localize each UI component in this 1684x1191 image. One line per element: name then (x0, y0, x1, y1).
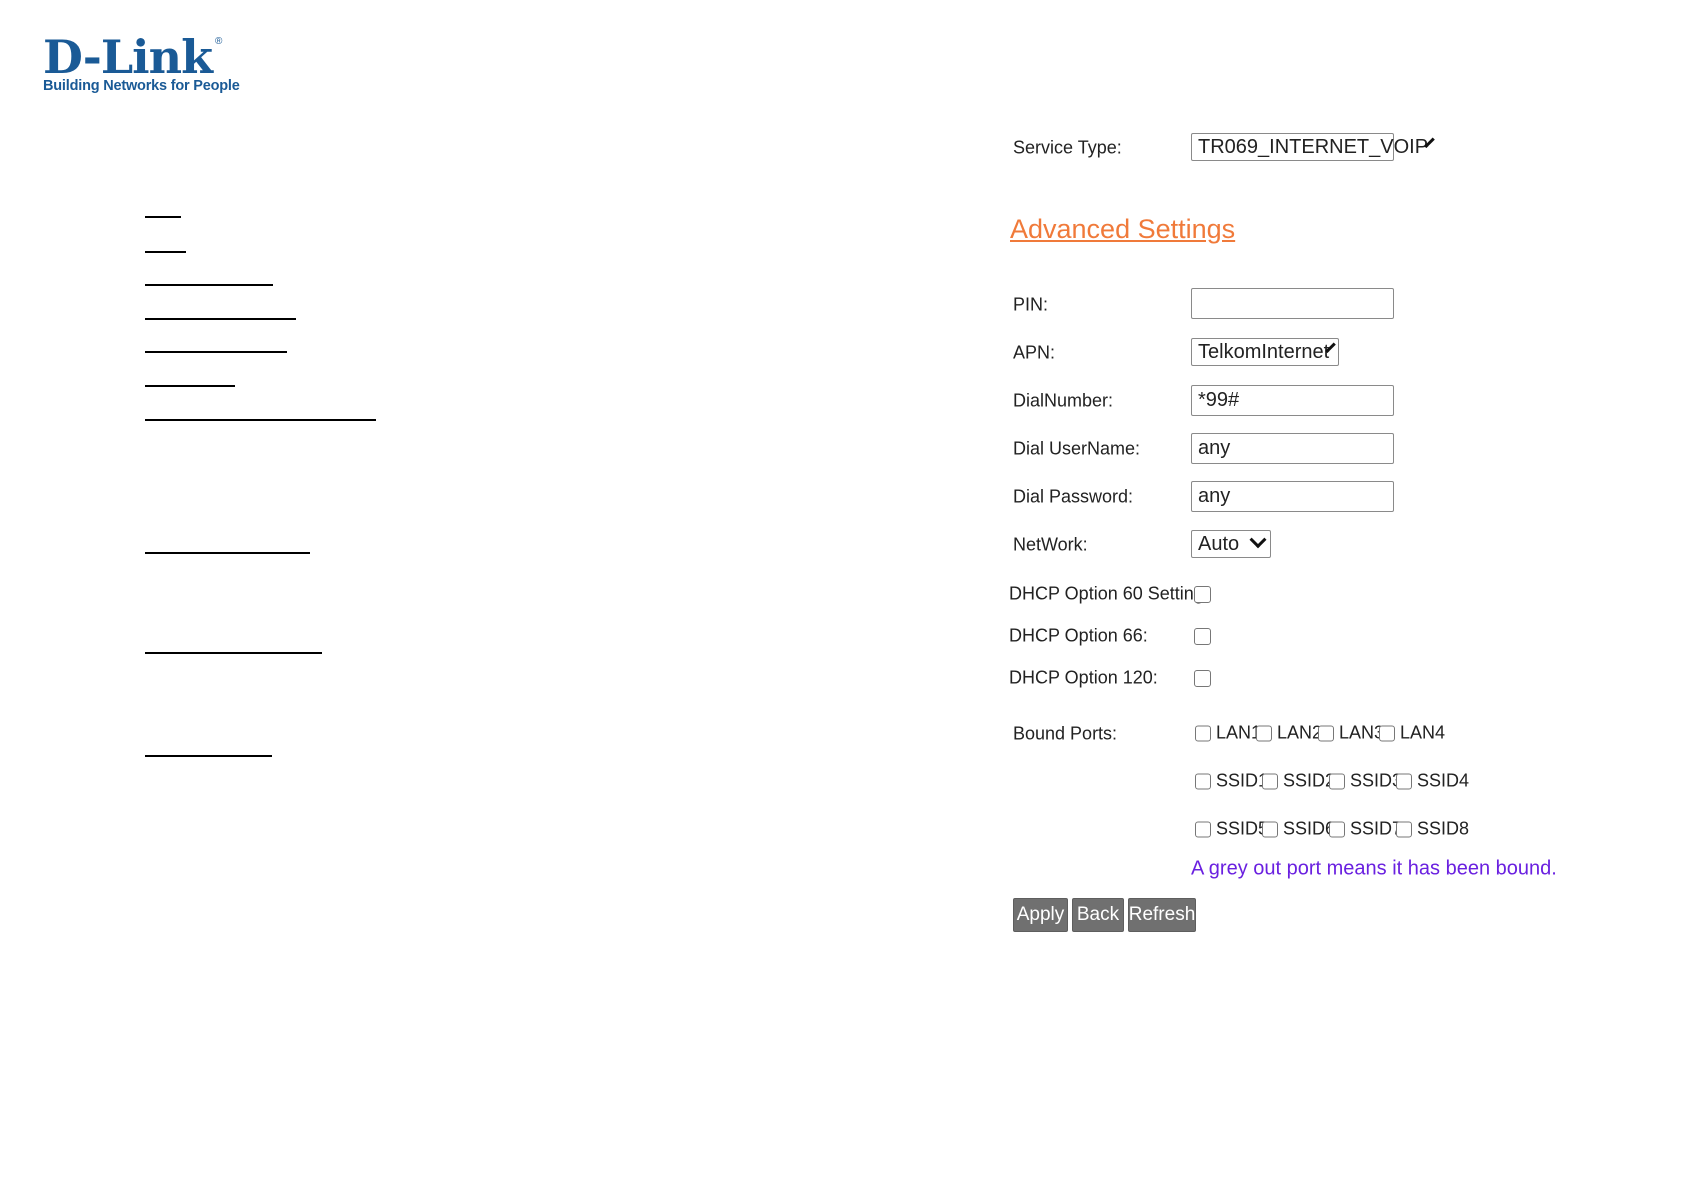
checkbox[interactable] (1396, 773, 1412, 789)
nav-link-3[interactable] (145, 284, 273, 286)
checkbox[interactable] (1195, 725, 1211, 741)
bound-ports-label: Bound Ports: (1013, 723, 1118, 744)
network-label: NetWork: (1013, 534, 1088, 555)
port-ssid4[interactable]: SSID4 (1396, 771, 1469, 792)
dhcp66-checkbox[interactable] (1194, 628, 1211, 645)
apn-value: TelkomInternet (1198, 340, 1330, 363)
port-label: SSID4 (1417, 770, 1470, 791)
port-ssid8[interactable]: SSID8 (1396, 819, 1469, 840)
port-label: SSID2 (1283, 770, 1336, 791)
port-lan4[interactable]: LAN4 (1379, 723, 1445, 744)
dial-username-input[interactable]: any (1191, 433, 1394, 464)
checkbox[interactable] (1256, 725, 1272, 741)
back-button[interactable]: Back (1072, 898, 1124, 932)
apply-button[interactable]: Apply (1013, 898, 1068, 932)
nav-link-9[interactable] (145, 652, 322, 654)
port-label: SSID1 (1216, 770, 1269, 791)
nav-link-6[interactable] (145, 385, 235, 387)
nav-link-5[interactable] (145, 351, 287, 353)
dial-number-label: DialNumber: (1013, 390, 1114, 411)
network-select[interactable]: Auto (1191, 530, 1271, 558)
port-ssid2[interactable]: SSID2 (1262, 771, 1335, 792)
checkbox[interactable] (1318, 725, 1334, 741)
pin-input[interactable] (1191, 288, 1394, 319)
checkbox[interactable] (1262, 773, 1278, 789)
dial-password-input[interactable]: any (1191, 481, 1394, 512)
dlink-logo: D-Link ® Building Networks for People (43, 34, 240, 94)
port-lan1[interactable]: LAN1 (1195, 723, 1261, 744)
apn-select[interactable]: TelkomInternet (1191, 338, 1339, 366)
dial-username-label: Dial UserName: (1013, 438, 1141, 459)
dhcp60-label: DHCP Option 60 Setting: (1009, 583, 1209, 604)
network-value: Auto (1198, 532, 1240, 555)
service-type-select[interactable]: TR069_INTERNET_VOIP (1191, 133, 1435, 161)
nav-link-8[interactable] (145, 552, 310, 554)
checkbox[interactable] (1396, 821, 1412, 837)
checkbox[interactable] (1329, 821, 1345, 837)
nav-link-7[interactable] (145, 419, 376, 421)
port-label: SSID6 (1283, 818, 1336, 839)
nav-link-10[interactable] (145, 755, 272, 757)
port-label: SSID3 (1350, 770, 1403, 791)
service-type-label: Service Type: (1013, 137, 1122, 158)
checkbox[interactable] (1329, 773, 1345, 789)
dhcp66-label: DHCP Option 66: (1009, 625, 1148, 646)
port-ssid6[interactable]: SSID6 (1262, 819, 1335, 840)
port-label: SSID8 (1417, 818, 1470, 839)
port-ssid1[interactable]: SSID1 (1195, 771, 1268, 792)
port-label: SSID7 (1350, 818, 1403, 839)
nav-link-1[interactable] (145, 216, 181, 218)
service-type-value: TR069_INTERNET_VOIP (1198, 135, 1429, 158)
checkbox[interactable] (1195, 821, 1211, 837)
checkbox[interactable] (1262, 821, 1278, 837)
advanced-settings-link[interactable]: Advanced Settings (1010, 214, 1235, 245)
dhcp120-label: DHCP Option 120: (1009, 667, 1158, 688)
dial-password-label: Dial Password: (1013, 486, 1134, 507)
checkbox[interactable] (1195, 773, 1211, 789)
dhcp60-checkbox[interactable] (1194, 586, 1211, 603)
port-label: LAN3 (1339, 722, 1385, 743)
port-label: SSID5 (1216, 818, 1269, 839)
port-ssid7[interactable]: SSID7 (1329, 819, 1402, 840)
bound-port-note: A grey out port means it has been bound. (1191, 857, 1557, 880)
port-label: LAN2 (1277, 722, 1323, 743)
pin-label: PIN: (1013, 294, 1049, 315)
port-lan2[interactable]: LAN2 (1256, 723, 1322, 744)
port-ssid5[interactable]: SSID5 (1195, 819, 1268, 840)
logo-tagline: Building Networks for People (43, 78, 240, 94)
apn-label: APN: (1013, 342, 1056, 363)
port-label: LAN4 (1400, 722, 1446, 743)
refresh-button[interactable]: Refresh (1128, 898, 1196, 932)
port-ssid3[interactable]: SSID3 (1329, 771, 1402, 792)
nav-link-2[interactable] (145, 251, 186, 253)
logo-registered: ® (215, 36, 223, 47)
checkbox[interactable] (1379, 725, 1395, 741)
logo-brand: D-Link (43, 30, 213, 84)
port-label: LAN1 (1216, 722, 1262, 743)
dhcp120-checkbox[interactable] (1194, 670, 1211, 687)
dial-number-input[interactable]: *99# (1191, 385, 1394, 416)
chevron-down-icon (1249, 531, 1267, 549)
nav-link-4[interactable] (145, 318, 296, 320)
port-lan3[interactable]: LAN3 (1318, 723, 1384, 744)
